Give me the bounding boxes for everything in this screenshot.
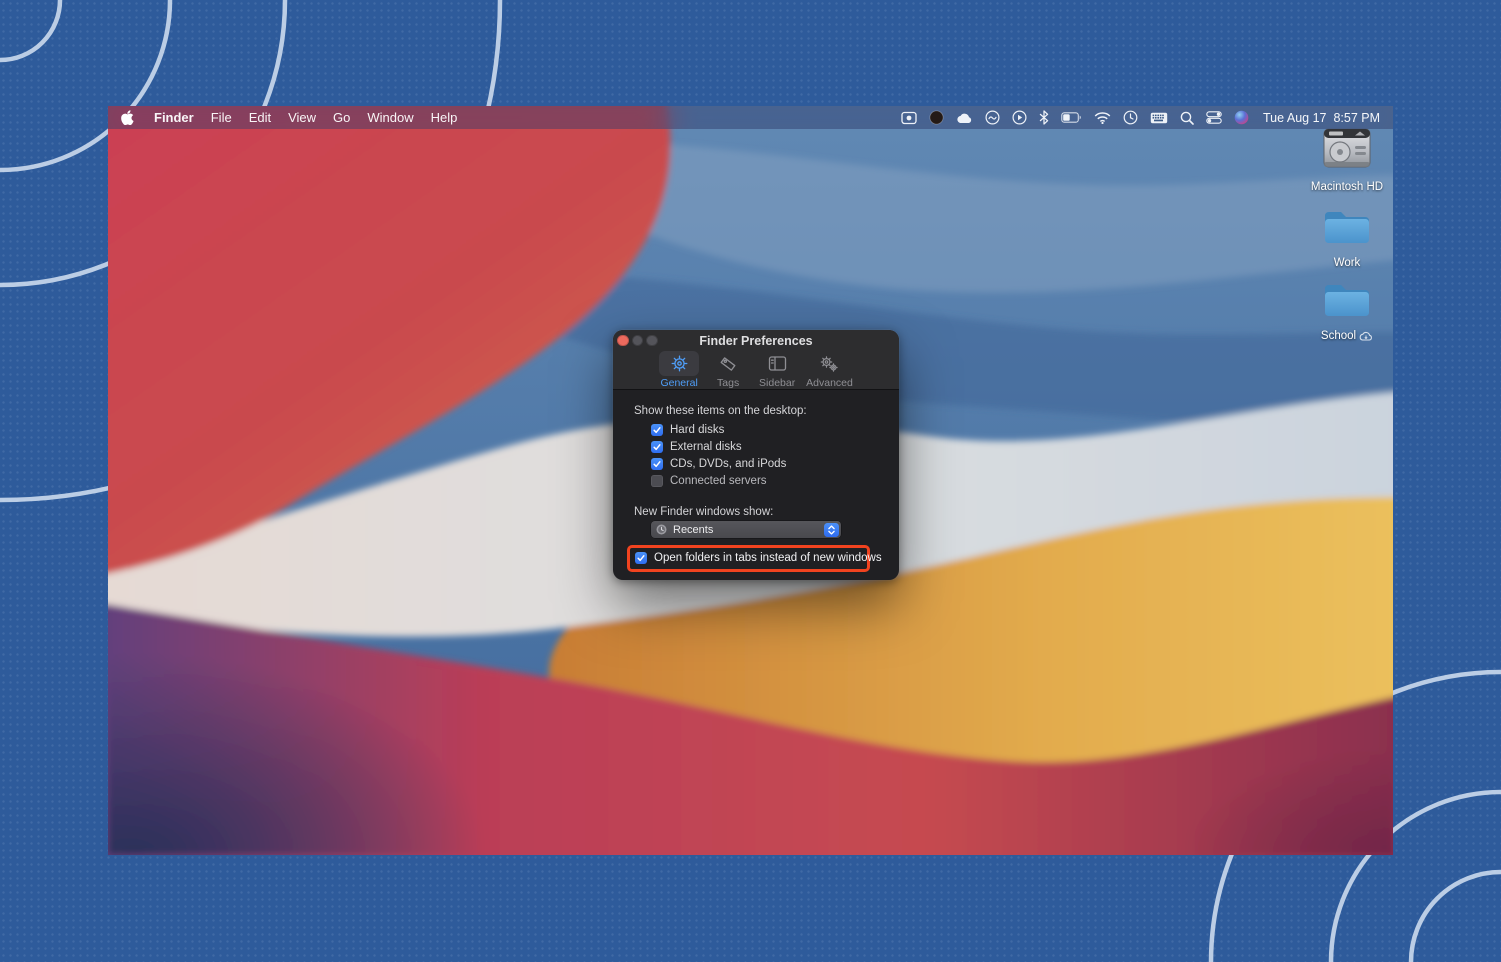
sidebar-icon bbox=[757, 351, 797, 376]
checkbox-row-cds-dvds-ipods: CDs, DVDs, and iPods bbox=[651, 458, 786, 470]
checkbox-row-hard-disks: Hard disks bbox=[651, 424, 724, 436]
hard-drive-icon bbox=[1300, 124, 1393, 172]
tab-general[interactable]: General bbox=[659, 351, 699, 389]
tab-label: Tags bbox=[717, 377, 739, 389]
checkbox-label: Hard disks bbox=[670, 424, 724, 436]
tab-tags[interactable]: Tags bbox=[708, 351, 748, 389]
play-circle-icon[interactable] bbox=[1012, 110, 1027, 125]
checkbox-label: External disks bbox=[670, 441, 742, 453]
tab-label: Advanced bbox=[806, 377, 853, 389]
desktop-icon-label: Macintosh HD bbox=[1311, 181, 1383, 193]
checkbox-label: CDs, DVDs, and iPods bbox=[670, 458, 786, 470]
tag-icon bbox=[708, 351, 748, 376]
wifi-icon[interactable] bbox=[1094, 112, 1111, 124]
toolbar-tabs: General Tags Sideb bbox=[613, 351, 899, 389]
window-header: Finder Preferences General bbox=[613, 330, 899, 390]
checkbox-row-external-disks: External disks bbox=[651, 441, 742, 453]
section-label-desktop-items: Show these items on the desktop: bbox=[634, 405, 807, 417]
menu-item-help[interactable]: Help bbox=[431, 110, 458, 125]
menu-item-edit[interactable]: Edit bbox=[249, 110, 271, 125]
checkbox-open-in-tabs[interactable] bbox=[635, 552, 647, 564]
bluetooth-icon[interactable] bbox=[1039, 110, 1049, 125]
tab-sidebar[interactable]: Sidebar bbox=[757, 351, 797, 389]
checkbox-row-open-in-tabs: Open folders in tabs instead of new wind… bbox=[635, 552, 882, 564]
keyboard-icon[interactable] bbox=[1150, 112, 1168, 124]
recents-icon bbox=[656, 524, 667, 535]
menu-item-window[interactable]: Window bbox=[367, 110, 413, 125]
desktop-icon-macintosh-hd[interactable]: Macintosh HD bbox=[1300, 124, 1393, 195]
spotlight-search-icon[interactable] bbox=[1180, 111, 1194, 125]
folder-icon bbox=[1300, 279, 1393, 321]
control-center-icon[interactable] bbox=[1206, 111, 1222, 124]
select-stepper-icon[interactable] bbox=[824, 523, 839, 537]
mac-desktop-screenshot: Finder File Edit View Go Window Help bbox=[108, 106, 1393, 855]
apple-logo-icon[interactable] bbox=[121, 110, 134, 125]
clock-icon[interactable] bbox=[1123, 110, 1138, 125]
tab-advanced[interactable]: Advanced bbox=[806, 351, 853, 389]
menu-item-go[interactable]: Go bbox=[333, 110, 350, 125]
cloud-icon[interactable] bbox=[956, 112, 973, 124]
window-content: Show these items on the desktop: Hard di… bbox=[613, 391, 899, 580]
checkbox-external-disks[interactable] bbox=[651, 441, 663, 453]
checkbox-label: Open folders in tabs instead of new wind… bbox=[654, 552, 882, 564]
menu-item-file[interactable]: File bbox=[211, 110, 232, 125]
menu-bar-clock[interactable]: Tue Aug 17 8:57 PM bbox=[1263, 111, 1380, 125]
siri-icon[interactable] bbox=[1234, 110, 1249, 125]
creative-cloud-icon[interactable] bbox=[985, 110, 1000, 125]
folder-icon bbox=[1300, 206, 1393, 248]
desktop-icon-work[interactable]: Work bbox=[1300, 206, 1393, 271]
select-value: Recents bbox=[673, 524, 824, 536]
checkbox-hard-disks[interactable] bbox=[651, 424, 663, 436]
new-window-select[interactable]: Recents bbox=[651, 521, 841, 538]
screen-mirroring-icon[interactable] bbox=[901, 111, 917, 125]
checkbox-row-connected-servers: Connected servers bbox=[651, 475, 767, 487]
icloud-download-icon bbox=[1359, 331, 1373, 341]
section-label-new-windows: New Finder windows show: bbox=[634, 506, 773, 518]
battery-icon[interactable] bbox=[1061, 112, 1082, 123]
tab-label: General bbox=[660, 377, 697, 389]
dark-circle-app-icon[interactable] bbox=[929, 110, 944, 125]
gear-icon bbox=[659, 351, 699, 376]
desktop-icon-label: Work bbox=[1334, 257, 1361, 269]
desktop-icon-school[interactable]: School bbox=[1300, 279, 1393, 344]
checkbox-label: Connected servers bbox=[670, 475, 767, 487]
gears-icon bbox=[809, 351, 849, 376]
tab-label: Sidebar bbox=[759, 377, 795, 389]
checkbox-cds-dvds-ipods[interactable] bbox=[651, 458, 663, 470]
finder-preferences-window: Finder Preferences General bbox=[613, 330, 899, 580]
checkbox-connected-servers[interactable] bbox=[651, 475, 663, 487]
window-title: Finder Preferences bbox=[613, 334, 899, 348]
menu-bar: Finder File Edit View Go Window Help bbox=[108, 106, 1393, 129]
desktop-icon-label: School bbox=[1321, 330, 1356, 342]
menu-item-view[interactable]: View bbox=[288, 110, 316, 125]
menu-item-finder[interactable]: Finder bbox=[154, 110, 194, 125]
